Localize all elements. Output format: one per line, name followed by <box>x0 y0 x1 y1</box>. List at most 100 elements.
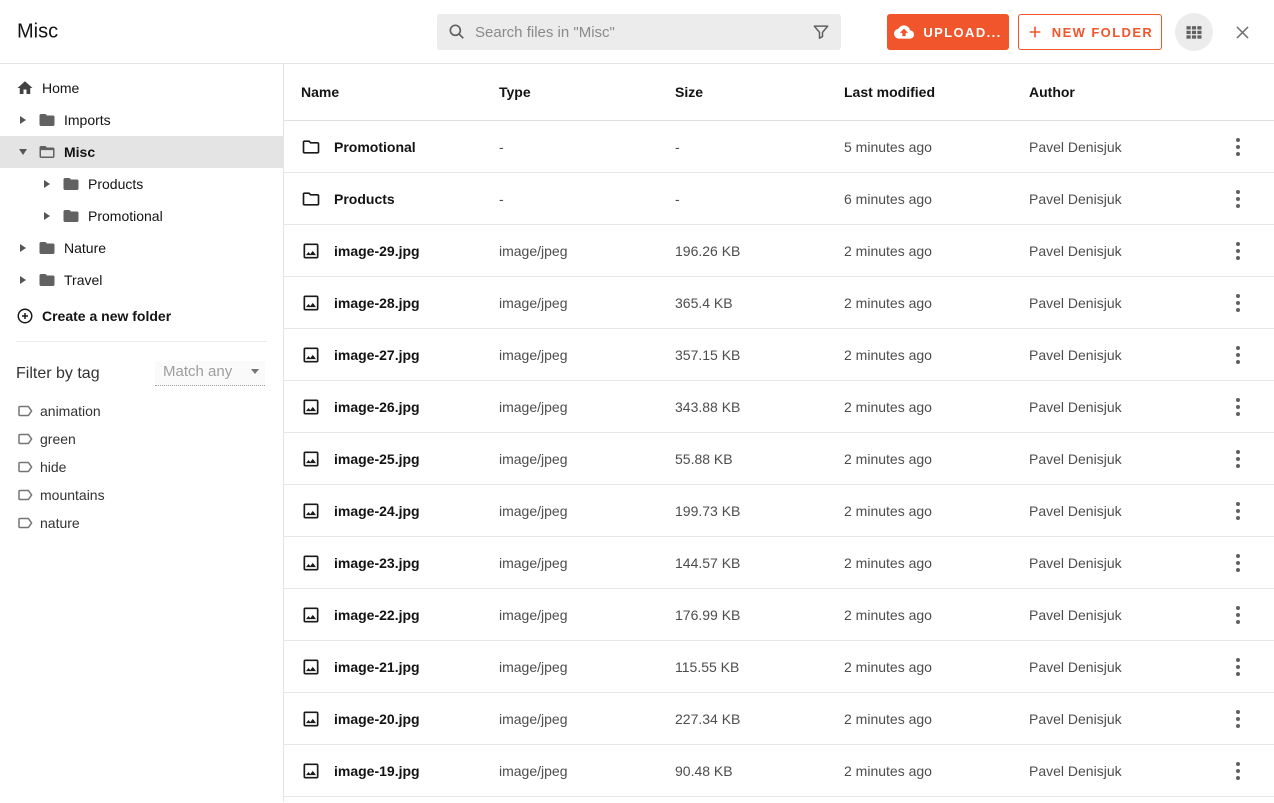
row-menu-button[interactable] <box>1228 444 1248 474</box>
table-row[interactable]: Promotional - - 5 minutes ago Pavel Deni… <box>284 121 1274 173</box>
tree-item-label: Travel <box>64 272 102 288</box>
file-name: image-22.jpg <box>334 607 420 623</box>
file-type: - <box>499 139 675 155</box>
row-menu-button[interactable] <box>1228 132 1248 162</box>
row-menu-button[interactable] <box>1228 288 1248 318</box>
filter-by-tag-label: Filter by tag <box>16 365 100 383</box>
plus-circle-icon <box>16 307 42 325</box>
image-icon <box>301 345 321 365</box>
grid-view-button[interactable] <box>1175 13 1213 51</box>
tag-label: nature <box>40 515 80 531</box>
close-icon <box>1233 23 1252 42</box>
file-modified: 2 minutes ago <box>844 451 1029 467</box>
row-menu-button[interactable] <box>1228 652 1248 682</box>
row-menu-button[interactable] <box>1228 756 1248 786</box>
file-size: 55.88 KB <box>675 451 844 467</box>
sidebar-item-misc[interactable]: Misc <box>0 136 283 168</box>
file-modified: 2 minutes ago <box>844 295 1029 311</box>
main-area: Home Imports Misc Products Promotional N… <box>0 64 1274 802</box>
table-row[interactable]: image-23.jpg image/jpeg 144.57 KB 2 minu… <box>284 537 1274 589</box>
file-name: image-20.jpg <box>334 711 420 727</box>
file-type: image/jpeg <box>499 555 675 571</box>
folder-open-icon <box>38 143 56 161</box>
file-author: Pavel Denisjuk <box>1029 191 1214 207</box>
folder-icon <box>38 111 56 129</box>
file-author: Pavel Denisjuk <box>1029 295 1214 311</box>
caret-right-icon[interactable] <box>44 180 50 188</box>
column-header-type: Type <box>499 84 675 100</box>
table-row[interactable]: image-24.jpg image/jpeg 199.73 KB 2 minu… <box>284 485 1274 537</box>
folder-icon <box>62 207 80 225</box>
row-menu-button[interactable] <box>1228 340 1248 370</box>
sidebar-item-promotional[interactable]: Promotional <box>0 200 283 232</box>
folder-icon <box>38 239 56 257</box>
file-table: Name Type Size Last modified Author Prom… <box>284 64 1274 802</box>
file-author: Pavel Denisjuk <box>1029 451 1214 467</box>
sidebar: Home Imports Misc Products Promotional N… <box>0 64 284 802</box>
file-size: - <box>675 139 844 155</box>
tree-item-label: Nature <box>64 240 106 256</box>
row-menu-button[interactable] <box>1228 704 1248 734</box>
caret-right-icon[interactable] <box>20 244 26 252</box>
caret-right-icon[interactable] <box>20 116 26 124</box>
cloud-upload-icon <box>894 22 914 42</box>
file-size: 199.73 KB <box>675 503 844 519</box>
table-row[interactable]: image-27.jpg image/jpeg 357.15 KB 2 minu… <box>284 329 1274 381</box>
table-row[interactable]: image-26.jpg image/jpeg 343.88 KB 2 minu… <box>284 381 1274 433</box>
tag-item-hide[interactable]: hide <box>0 453 283 481</box>
file-author: Pavel Denisjuk <box>1029 243 1214 259</box>
file-size: 115.55 KB <box>675 659 844 675</box>
file-type: image/jpeg <box>499 295 675 311</box>
file-size: 196.26 KB <box>675 243 844 259</box>
file-type: - <box>499 191 675 207</box>
table-row[interactable]: image-29.jpg image/jpeg 196.26 KB 2 minu… <box>284 225 1274 277</box>
new-folder-button[interactable]: NEW FOLDER <box>1018 14 1162 50</box>
row-menu-button[interactable] <box>1228 184 1248 214</box>
file-type: image/jpeg <box>499 243 675 259</box>
table-row[interactable]: image-19.jpg image/jpeg 90.48 KB 2 minut… <box>284 745 1274 797</box>
file-modified: 2 minutes ago <box>844 555 1029 571</box>
row-menu-button[interactable] <box>1228 392 1248 422</box>
create-folder-button[interactable]: Create a new folder <box>0 300 283 332</box>
row-menu-button[interactable] <box>1228 600 1248 630</box>
sidebar-item-travel[interactable]: Travel <box>0 264 283 296</box>
sidebar-item-imports[interactable]: Imports <box>0 104 283 136</box>
file-name: image-26.jpg <box>334 399 420 415</box>
tag-match-select[interactable]: Match any <box>155 361 265 386</box>
table-row[interactable]: image-28.jpg image/jpeg 365.4 KB 2 minut… <box>284 277 1274 329</box>
column-header-name: Name <box>301 84 499 100</box>
file-type: image/jpeg <box>499 399 675 415</box>
sidebar-item-nature[interactable]: Nature <box>0 232 283 264</box>
row-menu-button[interactable] <box>1228 548 1248 578</box>
close-button[interactable] <box>1231 21 1253 43</box>
file-type: image/jpeg <box>499 711 675 727</box>
tag-item-nature[interactable]: nature <box>0 509 283 537</box>
table-row[interactable]: image-21.jpg image/jpeg 115.55 KB 2 minu… <box>284 641 1274 693</box>
file-name: Products <box>334 191 395 207</box>
table-row[interactable]: image-20.jpg image/jpeg 227.34 KB 2 minu… <box>284 693 1274 745</box>
search-icon <box>447 22 467 42</box>
folder-icon <box>301 189 321 209</box>
tag-item-green[interactable]: green <box>0 425 283 453</box>
sidebar-item-home[interactable]: Home <box>0 72 283 104</box>
search-input[interactable] <box>475 24 803 41</box>
filter-icon[interactable] <box>811 22 831 42</box>
image-icon <box>301 501 321 521</box>
row-menu-button[interactable] <box>1228 236 1248 266</box>
plus-icon <box>1027 24 1043 40</box>
caret-right-icon[interactable] <box>20 276 26 284</box>
tag-item-mountains[interactable]: mountains <box>0 481 283 509</box>
file-modified: 2 minutes ago <box>844 607 1029 623</box>
table-row[interactable]: image-22.jpg image/jpeg 176.99 KB 2 minu… <box>284 589 1274 641</box>
tag-item-animation[interactable]: animation <box>0 397 283 425</box>
upload-button[interactable]: UPLOAD... <box>887 14 1009 50</box>
tag-list: animation green hide mountains nature <box>0 397 283 537</box>
sidebar-item-products[interactable]: Products <box>0 168 283 200</box>
tag-label: green <box>40 431 76 447</box>
file-size: - <box>675 191 844 207</box>
row-menu-button[interactable] <box>1228 496 1248 526</box>
caret-right-icon[interactable] <box>44 212 50 220</box>
caret-down-icon[interactable] <box>19 149 27 155</box>
table-row[interactable]: Products - - 6 minutes ago Pavel Denisju… <box>284 173 1274 225</box>
table-row[interactable]: image-25.jpg image/jpeg 55.88 KB 2 minut… <box>284 433 1274 485</box>
